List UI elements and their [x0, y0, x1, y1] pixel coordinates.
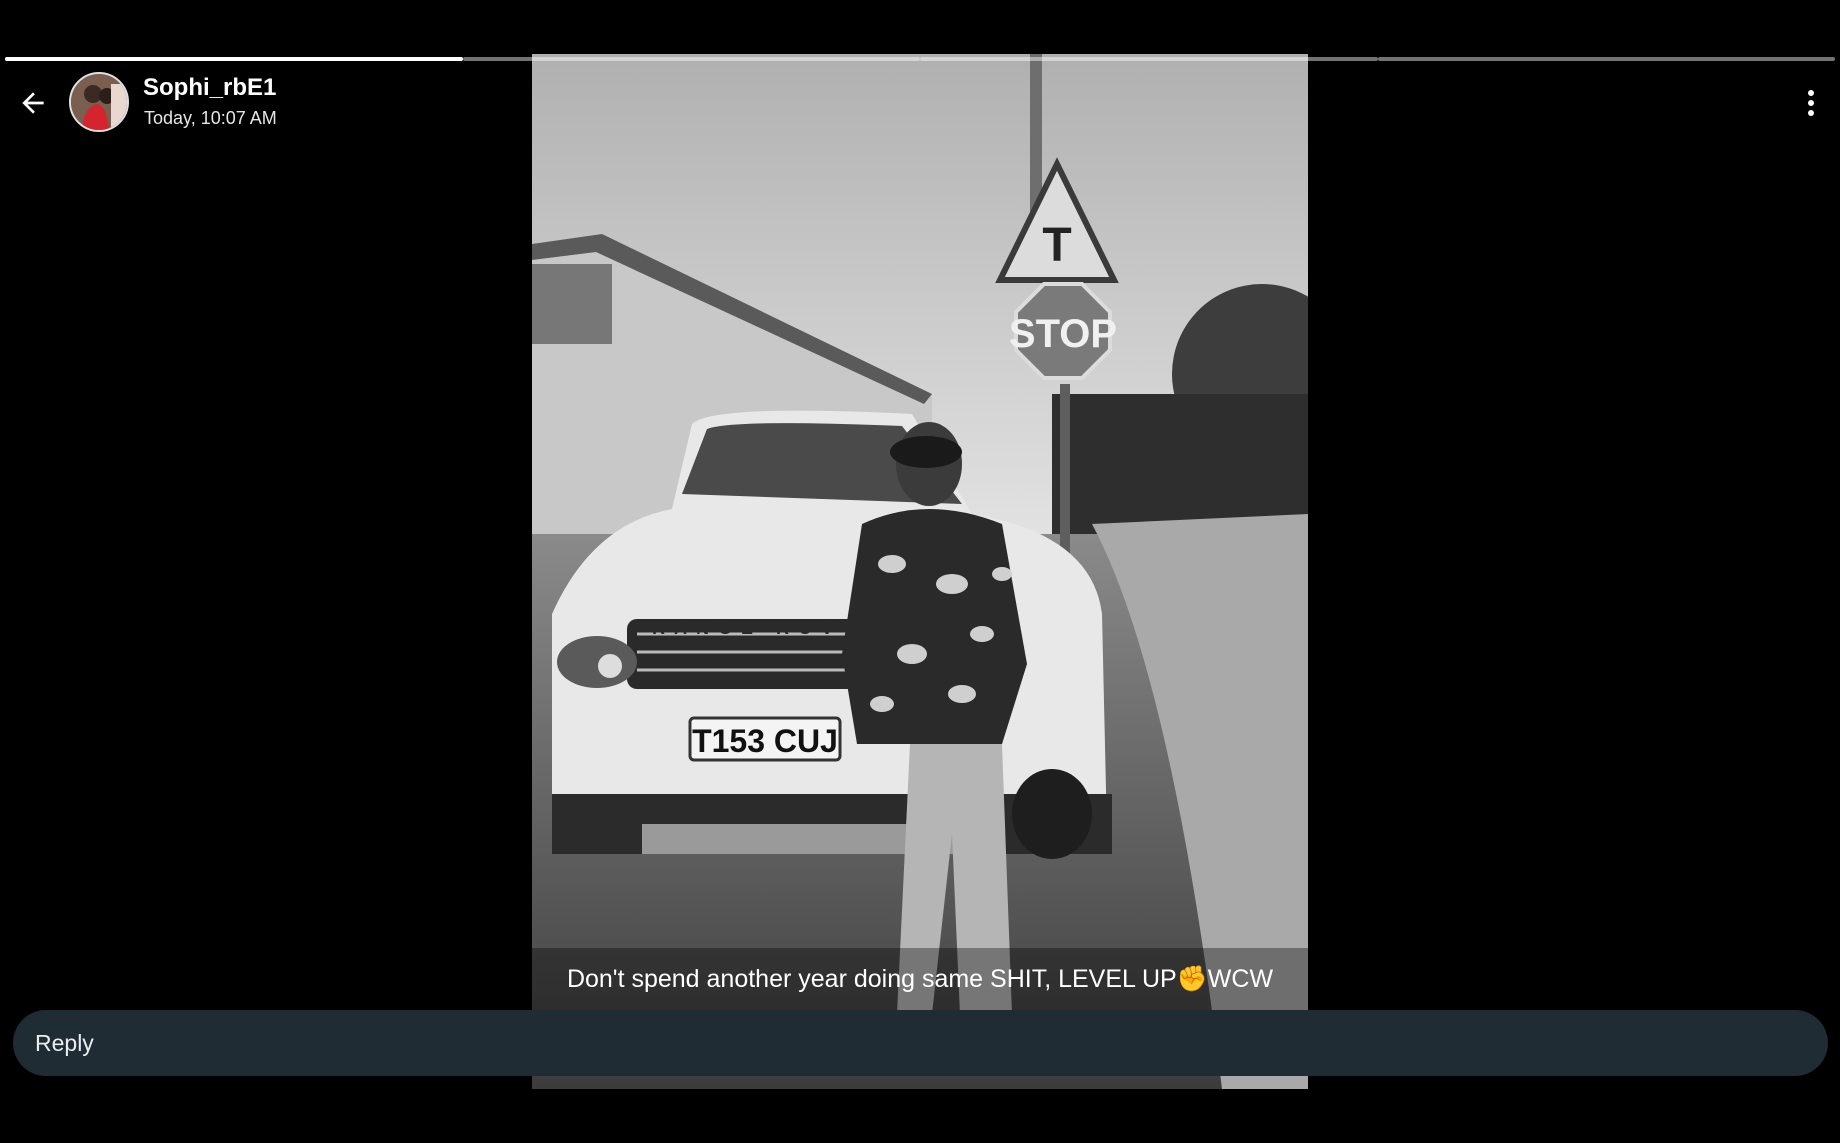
more-vertical-icon-dot [1808, 100, 1814, 106]
avatar[interactable] [69, 72, 129, 132]
progress-segment [1377, 57, 1835, 61]
status-caption: Don't spend another year doing same SHIT… [566, 964, 1274, 993]
status-photo[interactable]: T STOP RANGE ROV T153 CUJ [532, 54, 1308, 1089]
warning-sign-text: T [1042, 219, 1071, 272]
progress-segment [5, 57, 463, 61]
back-button[interactable] [12, 82, 54, 124]
more-vertical-icon-dot [1808, 90, 1814, 96]
progress-segment [920, 57, 1378, 61]
more-options-button[interactable] [1794, 84, 1828, 122]
status-timestamp: Today, 10:07 AM [144, 108, 277, 128]
reply-input[interactable]: Reply [13, 1010, 1828, 1076]
contact-name: Sophi_rbE1 [143, 74, 277, 101]
status-header: Sophi_rbE1 Today, 10:07 AM [0, 70, 1840, 134]
progress-segment [462, 57, 920, 61]
reply-placeholder: Reply [35, 1029, 94, 1056]
arrow-left-icon [22, 92, 44, 114]
progress-segment-fill [5, 57, 463, 61]
license-plate-text: T153 CUJ [692, 723, 838, 759]
more-vertical-icon-dot [1808, 110, 1814, 116]
stop-sign-text: STOP [1009, 312, 1117, 356]
caption-band: Don't spend another year doing same SHIT… [532, 948, 1308, 1010]
car-brand-text: RANGE ROV [652, 618, 842, 638]
story-progress-bar [5, 57, 1835, 61]
status-viewer: T STOP RANGE ROV T153 CUJ Sophi_rbE1 Tod… [0, 0, 1840, 1143]
